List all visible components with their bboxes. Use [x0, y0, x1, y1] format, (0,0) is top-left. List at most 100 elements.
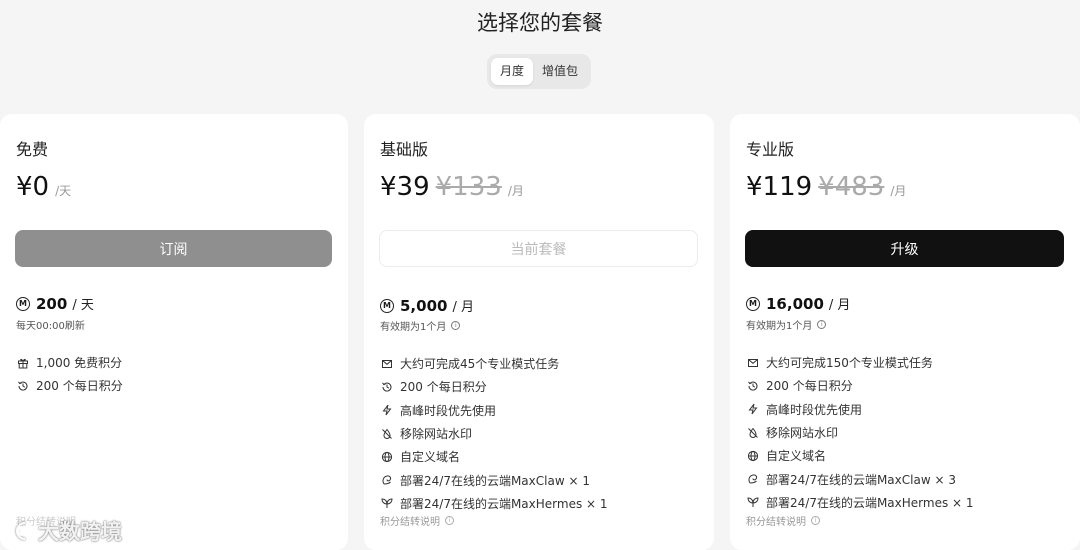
current-plan-button[interactable]: 当前套餐: [379, 230, 698, 267]
credits-coin-icon: M: [16, 296, 30, 311]
credits-unit: / 天: [72, 298, 94, 313]
credits-unit: / 月: [452, 300, 474, 315]
mail-icon: [380, 357, 394, 371]
feature-text: 大约可完成45个专业模式任务: [400, 357, 560, 372]
subscribe-button[interactable]: 订阅: [15, 230, 332, 267]
leaf-icon: [380, 496, 394, 510]
credits-note-text: 每天00:00刷新: [16, 321, 85, 332]
feature-item: 大约可完成45个专业模式任务: [380, 352, 608, 375]
leaf-icon: [746, 495, 760, 509]
watermark-logo-icon: [15, 521, 32, 541]
price-period: /天: [55, 184, 72, 198]
credits-amount: 5,000: [400, 296, 448, 315]
feature-item: 部署24/7在线的云端MaxClaw × 3: [746, 467, 974, 490]
no-watermark-icon: [746, 426, 760, 440]
billing-toggle: 月度 增值包: [487, 54, 591, 89]
credits-coin-icon: M: [380, 298, 394, 313]
plan-name: 免费: [16, 140, 49, 159]
original-price: ¥483: [818, 172, 885, 202]
gift-icon: [16, 356, 30, 370]
feature-text: 部署24/7在线的云端MaxClaw × 3: [766, 472, 956, 487]
feature-text: 部署24/7在线的云端MaxHermes × 1: [400, 496, 608, 511]
price-period: /月: [890, 184, 907, 198]
credits-amount: 200: [36, 294, 68, 313]
feature-item: 200 个每日积分: [380, 375, 608, 398]
credits-amount: 16,000: [766, 294, 824, 313]
watermark: 大数跨境: [10, 516, 122, 546]
feature-text: 200 个每日积分: [400, 380, 487, 395]
credits-row: M 200 / 天: [16, 294, 94, 313]
plan-card-pro: 专业版 ¥119 ¥483 /月 升级 M 16,000 / 月 有效期为1个月…: [730, 114, 1080, 550]
claw-icon: [380, 473, 394, 487]
plan-name: 专业版: [746, 140, 795, 159]
feature-text: 移除网站水印: [766, 426, 839, 441]
feature-text: 自定义域名: [766, 449, 827, 464]
credits-unit: / 月: [828, 298, 851, 313]
watermark-text: 大数跨境: [38, 520, 122, 544]
footnote-text: 积分结转说明: [746, 517, 806, 528]
credits-note-text: 有效期为1个月: [380, 322, 447, 333]
footnote-text: 积分结转说明: [380, 517, 440, 528]
feature-item: 1,000 免费积分: [16, 351, 123, 374]
carryover-note-link[interactable]: 积分结转说明 i: [380, 513, 454, 528]
price: ¥39: [380, 172, 430, 202]
credits-note: 有效期为1个月 i: [746, 317, 827, 332]
feature-text: 部署24/7在线的云端MaxHermes × 1: [766, 495, 974, 510]
info-icon[interactable]: i: [451, 321, 461, 330]
feature-item: 自定义域名: [380, 445, 608, 468]
feature-text: 移除网站水印: [400, 427, 473, 442]
feature-list: 大约可完成45个专业模式任务 200 个每日积分 高峰时段优先使用 移除网站水印…: [380, 352, 608, 515]
feature-item: 200 个每日积分: [16, 374, 123, 397]
feature-text: 200 个每日积分: [766, 379, 853, 394]
plan-card-basic: 基础版 ¥39 ¥133 /月 当前套餐 M 5,000 / 月 有效期为1个月…: [364, 114, 714, 550]
feature-text: 高峰时段优先使用: [400, 403, 497, 418]
history-icon: [380, 380, 394, 394]
price-row: ¥119 ¥483 /月: [746, 172, 906, 202]
price: ¥119: [746, 172, 813, 202]
plan-card-free: 免费 ¥0 /天 订阅 M 200 / 天 每天00:00刷新 1,000 免费…: [0, 114, 348, 550]
info-icon[interactable]: i: [817, 320, 827, 329]
globe-icon: [380, 450, 394, 464]
tab-addon-pack[interactable]: 增值包: [533, 58, 587, 85]
price: ¥0: [16, 172, 50, 202]
credits-note-text: 有效期为1个月: [746, 321, 813, 332]
original-price: ¥133: [435, 172, 502, 202]
plan-name: 基础版: [380, 140, 429, 159]
history-icon: [16, 379, 30, 393]
feature-text: 200 个每日积分: [36, 379, 123, 394]
bolt-icon: [746, 402, 760, 416]
info-icon: i: [445, 516, 454, 525]
info-icon: i: [811, 516, 820, 525]
bolt-icon: [380, 403, 394, 417]
no-watermark-icon: [380, 427, 394, 441]
feature-text: 部署24/7在线的云端MaxClaw × 1: [400, 473, 590, 488]
credits-note: 有效期为1个月 i: [380, 318, 461, 333]
credits-coin-icon: M: [746, 296, 760, 311]
feature-item: 移除网站水印: [746, 421, 974, 444]
history-icon: [746, 379, 760, 393]
feature-item: 部署24/7在线的云端MaxHermes × 1: [746, 491, 974, 514]
price-period: /月: [507, 184, 524, 198]
credits-row: M 5,000 / 月: [380, 296, 474, 315]
feature-item: 高峰时段优先使用: [746, 398, 974, 421]
feature-text: 1,000 免费积分: [36, 356, 123, 371]
carryover-note-link[interactable]: 积分结转说明 i: [746, 513, 820, 528]
price-row: ¥0 /天: [16, 172, 71, 202]
feature-text: 自定义域名: [400, 450, 461, 465]
feature-item: 高峰时段优先使用: [380, 399, 608, 422]
claw-icon: [746, 472, 760, 486]
feature-text: 大约可完成150个专业模式任务: [766, 356, 933, 371]
upgrade-button[interactable]: 升级: [745, 230, 1064, 267]
feature-item: 大约可完成150个专业模式任务: [746, 351, 974, 374]
page-title: 选择您的套餐: [477, 11, 603, 35]
globe-icon: [746, 449, 760, 463]
feature-item: 自定义域名: [746, 444, 974, 467]
credits-row: M 16,000 / 月: [746, 294, 850, 313]
feature-list: 1,000 免费积分 200 个每日积分: [16, 351, 123, 398]
credits-note: 每天00:00刷新: [16, 317, 85, 332]
feature-text: 高峰时段优先使用: [766, 402, 863, 417]
tab-monthly[interactable]: 月度: [491, 58, 534, 85]
feature-item: 移除网站水印: [380, 422, 608, 445]
feature-item: 部署24/7在线的云端MaxClaw × 1: [380, 468, 608, 491]
price-row: ¥39 ¥133 /月: [380, 172, 524, 202]
